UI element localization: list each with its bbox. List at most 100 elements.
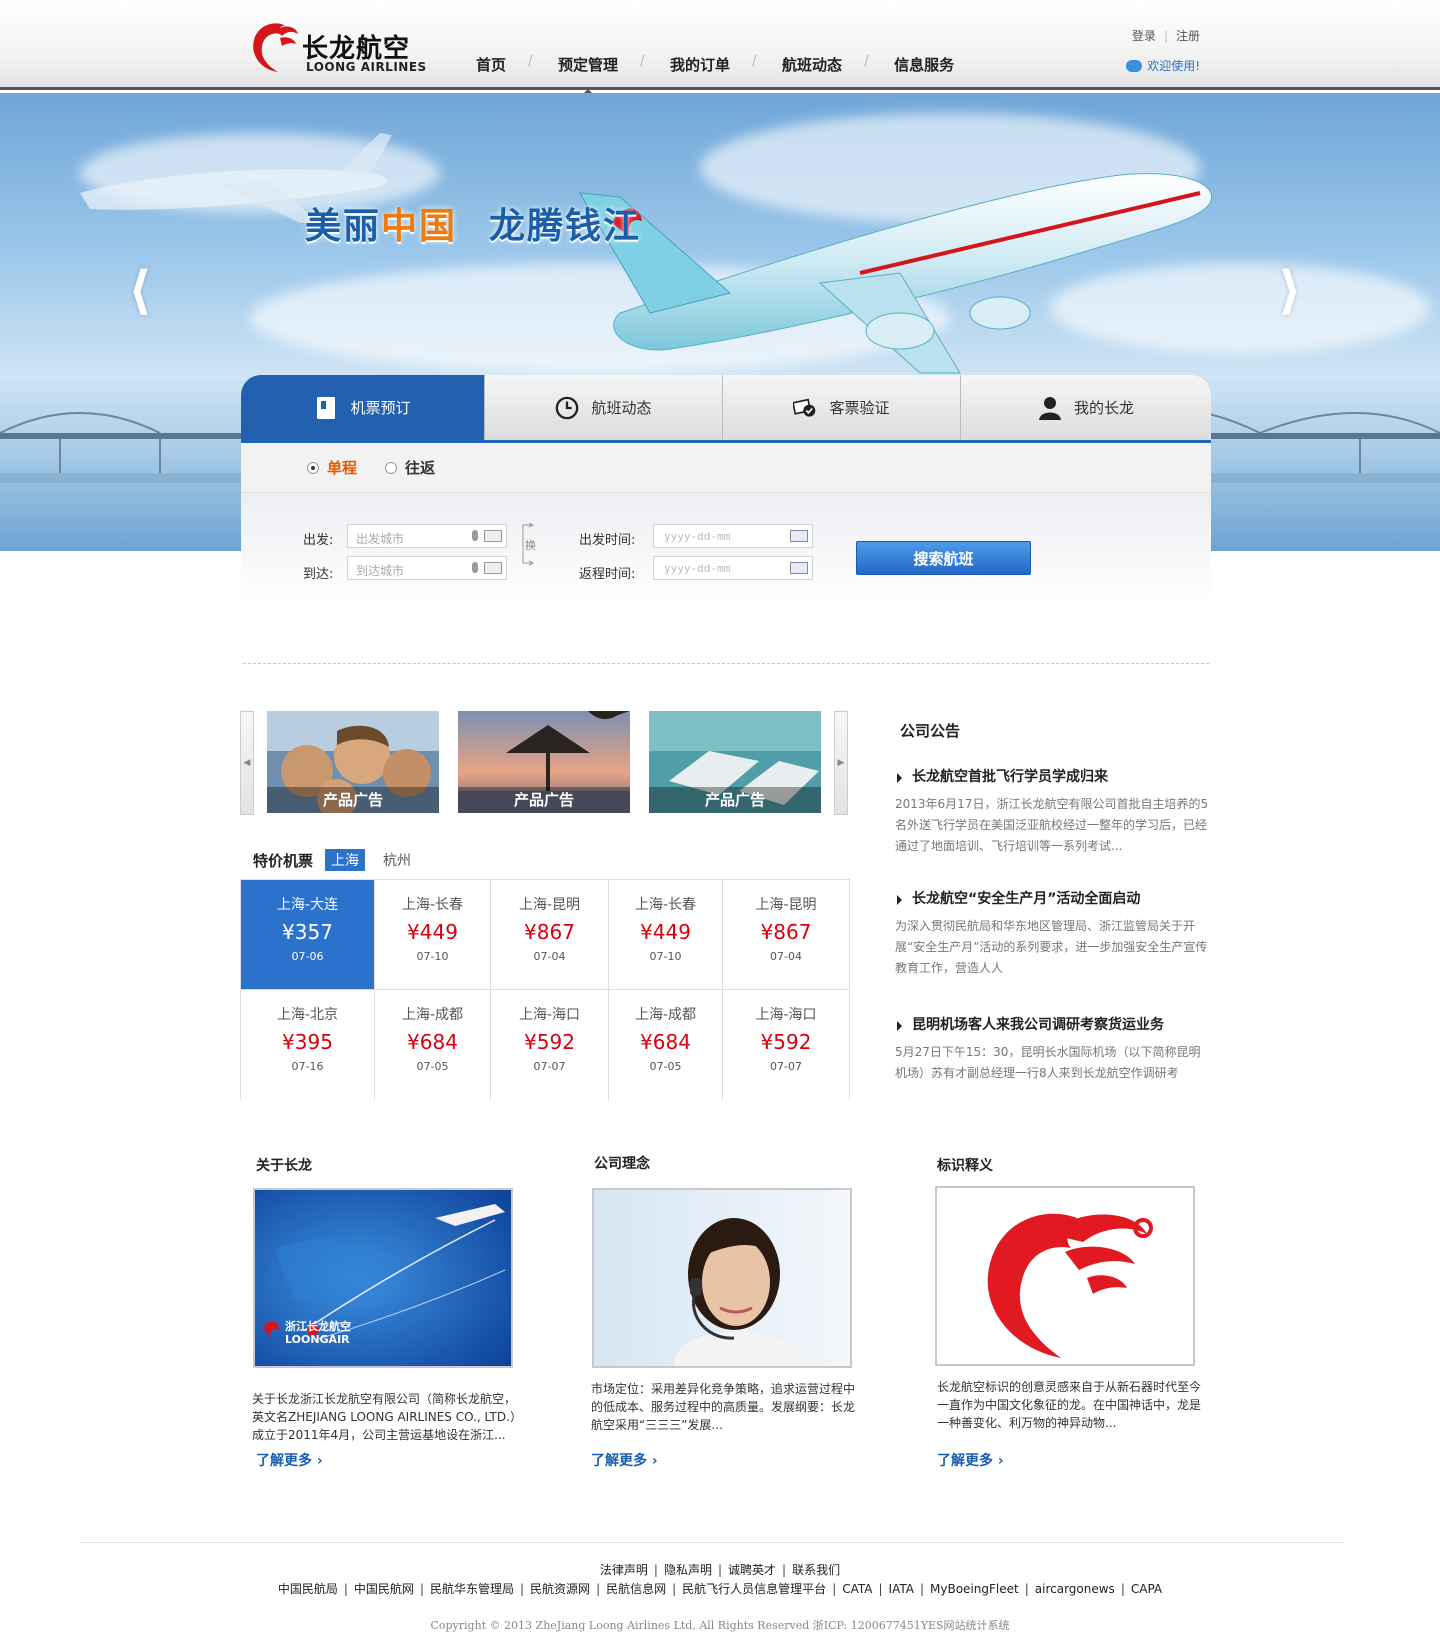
logo-meaning-title: 标识释义 — [937, 1158, 993, 1174]
fare-route: 上海-大连 — [276, 897, 339, 913]
announcement-title-link[interactable]: 长龙航空首批飞行学员学成归来 — [895, 769, 1108, 785]
radio-round-trip[interactable]: 往返 — [385, 457, 435, 478]
footer-link-legal[interactable]: 法律声明 — [600, 1563, 648, 1577]
footer-partner-link[interactable]: CAPA — [1131, 1582, 1162, 1596]
fare-card[interactable]: 上海-大连 ¥357 07-06 — [241, 880, 375, 990]
tab-my-loong[interactable]: 我的长龙 — [961, 375, 1211, 440]
section-divider — [243, 663, 1209, 664]
round-trip-label: 往返 — [405, 459, 436, 477]
logo-meaning-image[interactable] — [935, 1186, 1195, 1366]
booking-tabs: 机票预订 航班动态 客票验证 我的长龙 — [241, 375, 1211, 443]
logo-meaning-more-link[interactable]: 了解更多 › — [937, 1450, 1004, 1470]
footer-partner-link[interactable]: MyBoeingFleet — [930, 1582, 1019, 1596]
fare-price: ¥449 — [640, 920, 691, 944]
fare-card[interactable]: 上海-昆明 ¥867 07-04 — [491, 880, 609, 990]
company-philosophy-image[interactable] — [592, 1188, 852, 1368]
about-loong-image[interactable]: 浙江长龙航空 LOONGAIR — [253, 1188, 513, 1368]
microphone-icon[interactable] — [472, 562, 478, 573]
footer-partner-link[interactable]: aircargonews — [1035, 1582, 1115, 1596]
fare-card[interactable]: 上海-海口 ¥592 07-07 — [491, 990, 609, 1100]
microphone-icon[interactable] — [472, 530, 478, 541]
calendar-icon[interactable] — [790, 562, 808, 574]
footer-partner-link[interactable]: 中国民航网 — [354, 1582, 414, 1596]
footer-link-contact[interactable]: 联系我们 — [792, 1563, 840, 1577]
city-tab-hangzhou[interactable]: 杭州 — [377, 849, 417, 871]
company-philosophy-more-link[interactable]: 了解更多 › — [591, 1450, 658, 1470]
radio-one-way[interactable]: 单程 — [307, 457, 357, 478]
login-link[interactable]: 登录 — [1132, 29, 1156, 43]
from-city-input[interactable]: 出发城市 — [347, 524, 507, 548]
register-link[interactable]: 注册 — [1176, 29, 1200, 43]
fare-route: 上海-昆明 — [755, 897, 817, 913]
city-tab-shanghai[interactable]: 上海 — [325, 849, 366, 871]
footer-link-privacy[interactable]: 隐私声明 — [664, 1563, 712, 1577]
product-carousel: ◀ 产品广告 产品广告 产品广告 ▶ — [240, 711, 848, 815]
footer-partner-link[interactable]: 民航资源网 — [530, 1582, 590, 1596]
fare-card[interactable]: 上海-长春 ¥449 07-10 — [375, 880, 491, 990]
announcement-summary: 5月27日下午15：30，昆明长水国际机场（以下简称昆明机场）苏有才副总经理一行… — [895, 1045, 1201, 1080]
announcement-title-link[interactable]: 长龙航空“安全生产月”活动全面启动 — [895, 891, 1140, 907]
fare-card[interactable]: 上海-长春 ¥449 07-10 — [609, 880, 723, 990]
site-logo[interactable]: 长龙航空 LOONG AIRLINES — [246, 18, 432, 76]
fare-route: 上海-长春 — [634, 897, 697, 913]
footer-primary-links: 法律声明 | 隐私声明 | 诚聘英才 | 联系我们 — [599, 1563, 841, 1577]
swap-cities-button[interactable]: 换 — [519, 523, 539, 566]
footer-partner-link[interactable]: 中国民航局 — [278, 1582, 338, 1596]
announcement-title-link[interactable]: 昆明机场客人来我公司调研考察货运业务 — [895, 1017, 1164, 1033]
fare-date: 07-10 — [649, 950, 682, 963]
carousel-next-icon[interactable]: ▶ — [834, 711, 848, 815]
fare-price: ¥395 — [282, 1030, 333, 1054]
fare-price: ¥449 — [407, 920, 458, 944]
nav-info-service[interactable]: 信息服务 — [864, 48, 980, 81]
footer-partner-link[interactable]: 民航信息网 — [606, 1582, 666, 1596]
nav-booking-management[interactable]: 预定管理 — [528, 48, 644, 95]
logo-english-name: LOONG AIRLINES — [306, 60, 427, 74]
radio-button[interactable] — [307, 461, 319, 474]
tab-label: 航班动态 — [591, 399, 652, 417]
keyboard-icon[interactable] — [484, 530, 502, 542]
fare-card[interactable]: 上海-成都 ¥684 07-05 — [375, 990, 491, 1100]
fare-date: 07-05 — [416, 1060, 449, 1073]
radio-button[interactable] — [385, 461, 398, 474]
return-date-input[interactable]: yyyy-dd-mm — [653, 556, 813, 580]
nav-my-orders[interactable]: 我的订单 — [640, 48, 756, 81]
to-city-input[interactable]: 到达城市 — [347, 556, 507, 580]
fare-price: ¥867 — [760, 920, 812, 944]
footer-partner-link[interactable]: 民航华东管理局 — [430, 1582, 514, 1596]
footer-link-careers[interactable]: 诚聘英才 — [728, 1563, 776, 1577]
footer-partner-link[interactable]: IATA — [889, 1582, 914, 1596]
about-loong-more-link[interactable]: 了解更多 › — [256, 1450, 323, 1470]
nav-flight-status[interactable]: 航班动态 — [752, 48, 868, 81]
fare-route: 上海-昆明 — [518, 897, 581, 913]
footer-partner-link[interactable]: 民航飞行人员信息管理平台 — [682, 1582, 826, 1596]
fare-card[interactable]: 上海-海口 ¥592 07-07 — [723, 990, 849, 1100]
fare-card[interactable]: 上海-北京 ¥395 07-16 — [241, 990, 375, 1100]
keyboard-icon[interactable] — [484, 562, 502, 574]
tab-ticket-booking[interactable]: 机票预订 — [241, 375, 485, 440]
fare-price: ¥592 — [524, 1030, 575, 1054]
carousel-prev-icon[interactable]: ◀ — [240, 711, 254, 815]
announcement-summary: 为深入贯彻民航局和华东地区管理局、浙江监管局关于开展“安全生产月”活动的系列要求… — [895, 919, 1208, 975]
search-flights-button[interactable]: 搜索航班 — [856, 541, 1031, 575]
return-time-label: 返程时间: — [579, 567, 636, 582]
tab-flight-status[interactable]: 航班动态 — [485, 375, 723, 440]
fare-price: ¥592 — [760, 1030, 812, 1054]
fare-card[interactable]: 上海-昆明 ¥867 07-04 — [723, 880, 849, 990]
banner-next-arrow-icon[interactable]: ⟩ — [1278, 261, 1302, 321]
calendar-icon[interactable] — [790, 530, 808, 542]
fare-card[interactable]: 上海-成都 ¥684 07-05 — [609, 990, 723, 1100]
product-ad-lounge[interactable]: 产品广告 — [649, 711, 821, 813]
search-form: 出发: 出发城市 到达: 到达城市 换 出发时间: yyyy-dd-mm 返程时… — [241, 493, 1211, 603]
company-philosophy-title: 公司理念 — [594, 1156, 650, 1172]
product-ad-family[interactable]: 产品广告 — [267, 711, 439, 813]
banner-prev-arrow-icon[interactable]: ⟨ — [128, 261, 152, 321]
fare-date: 07-07 — [533, 1060, 566, 1073]
tab-ticket-verify[interactable]: 客票验证 — [723, 375, 961, 440]
nav-home[interactable]: 首页 — [450, 48, 532, 81]
product-ad-beach[interactable]: 产品广告 — [458, 711, 630, 813]
from-label: 出发: — [303, 533, 334, 548]
special-fares-title: 特价机票 — [253, 851, 314, 870]
tab-label: 客票验证 — [829, 399, 890, 417]
depart-date-input[interactable]: yyyy-dd-mm — [653, 524, 813, 548]
footer-partner-link[interactable]: CATA — [842, 1582, 872, 1596]
